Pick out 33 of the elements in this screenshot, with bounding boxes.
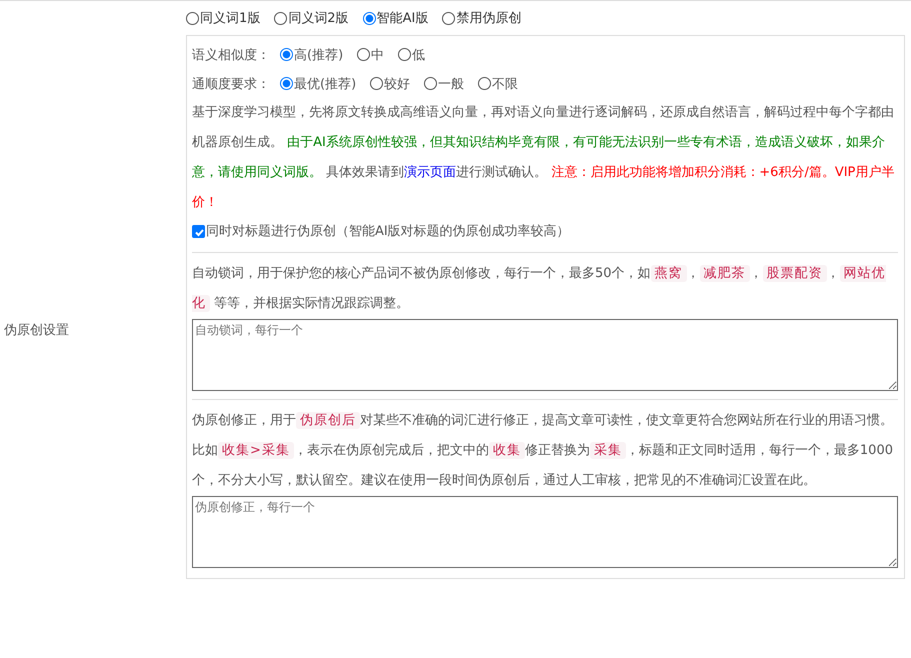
radio-button[interactable] [280, 77, 293, 90]
radio-label: 同义词2版 [288, 10, 349, 27]
option-label: 通顺度要求： [192, 76, 270, 92]
lock-words-description: 自动锁词，用于保护您的核心产品词不被伪原创修改，每行一个，最多50个，如 燕窝 ， 减肥茶 ， 股票配资 ， 网站优化 等等，并根据实际情况跟踪调整。 [192, 264, 887, 314]
radio-button[interactable] [274, 12, 288, 24]
lock-words-field[interactable]: 自动锁词，每行一个 [192, 319, 898, 391]
radio-label: 较好 [384, 76, 410, 92]
section-label: 伪原创设置 [4, 322, 69, 338]
radio-label: 智能AI版 [376, 10, 428, 27]
radio-label: 同义词1版 [200, 10, 260, 27]
radio-button[interactable] [370, 77, 384, 90]
checkbox[interactable] [192, 224, 205, 238]
radio-button[interactable] [478, 77, 492, 90]
radio-label: 一般 [438, 76, 464, 92]
radio-label: 最优(推荐) [294, 76, 356, 92]
checkbox-label: 同时对标题进行伪原创（智能AI版对标题的伪原创成功率较高） [206, 223, 570, 240]
radio-button[interactable] [442, 12, 456, 24]
radio-button[interactable] [398, 48, 412, 61]
radio-label: 高(推荐) [294, 46, 344, 64]
radio-label: 禁用伪原创 [456, 10, 522, 27]
ai-description: 基于深度学习模型，先将原文转换成高维语义向量，再对语义向量进行逐词解码，还原成自然语言，解码过程中每个字都由机器原创生成。 由于AI系统原创性较强，但其知识结构毕竟有限，有可能无法识别一些专有术语，造成语义破坏，如果介意，请使用同义词版。 具体效果请到演示页面进行测试确认。 注意：启用此功能将增加积分消耗：+6积分/篇。VIP用户半价！ [192, 104, 896, 212]
radio-button[interactable] [280, 48, 293, 61]
radio-label: 不限 [492, 76, 518, 92]
demo-page-link[interactable]: 演示页面 [404, 165, 456, 180]
corrections-description: 伪原创修正，用于 伪原创后 对某些不准确的词汇进行修正，提高文章可读性，使文章更符合您网站所在行业的用语习惯。比如 收集>采集 ，表示在伪原创完成后，把文中的 收集 修正替换为 采集 ，标题和正文同时适用，每行一个，最多1000个，不分大小写，默认留空。建议在使用一段时间伪原创后，通过人工审核，把常见的不准确词汇设置在此。 [192, 411, 894, 490]
radio-label: 低 [412, 46, 426, 64]
radio-label: 中 [371, 46, 384, 64]
radio-button[interactable] [357, 48, 370, 61]
radio-button[interactable] [362, 12, 376, 24]
radio-button[interactable] [186, 12, 199, 24]
option-label: 语义相似度： [192, 46, 270, 64]
radio-button[interactable] [424, 77, 438, 90]
corrections-field[interactable]: 伪原创修正，每行一个 [192, 496, 898, 568]
